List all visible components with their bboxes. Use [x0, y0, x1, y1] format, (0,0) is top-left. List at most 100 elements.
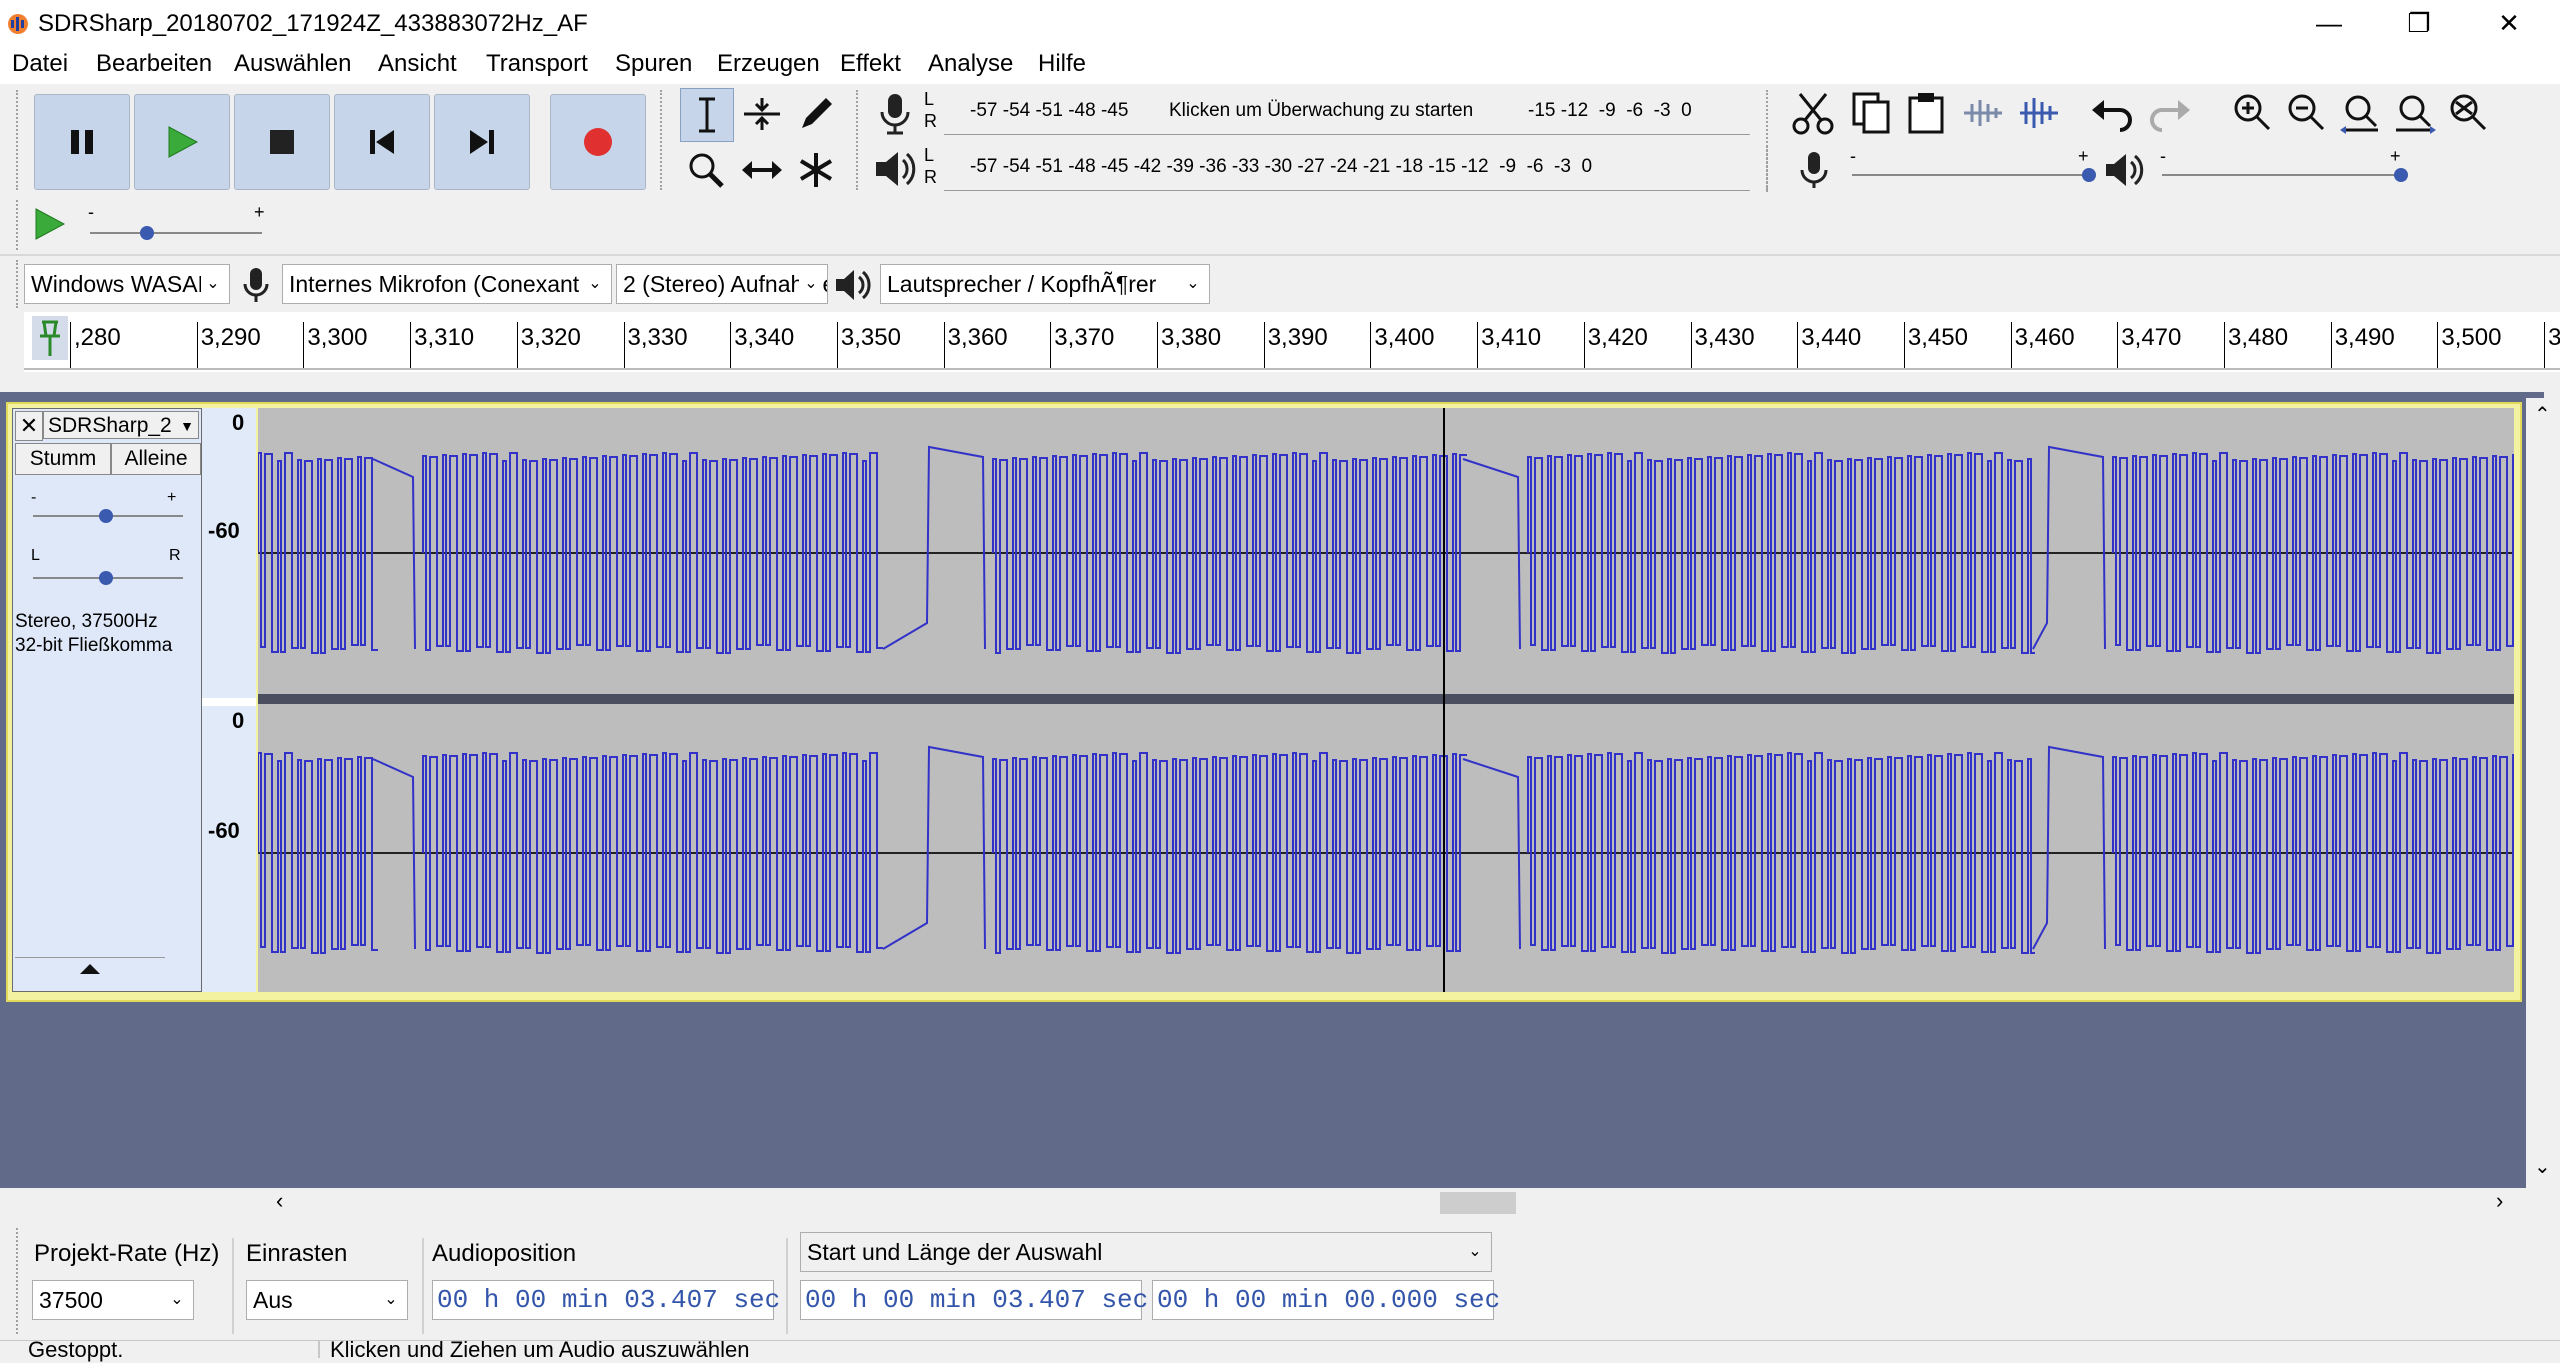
pause-button[interactable] [34, 94, 130, 190]
record-meter[interactable]: -57 -54 -51 -48 -45 Klicken um Überwachu… [944, 90, 1750, 135]
timeline-ruler[interactable]: ,280 3,290 3,300 3,310 3,320 3,330 3,340 3,350 3… [24, 312, 2560, 372]
paste-icon[interactable] [1904, 90, 1950, 136]
output-volume-slider[interactable] [2162, 174, 2402, 176]
menu-spuren[interactable]: Spuren [615, 50, 692, 78]
selection-start-field[interactable]: 00 h 00 min 03.407 sec [800, 1280, 1148, 1320]
host-select[interactable]: Windows WASAPI ⌄ [24, 264, 230, 304]
ruler-tick-line [2330, 322, 2332, 368]
envelope-tool[interactable] [736, 88, 788, 140]
pin-head-icon[interactable] [32, 316, 68, 360]
title-bar: SDRSharp_20180702_171924Z_433883072Hz_AF… [0, 0, 2560, 48]
time-shift-tool[interactable] [736, 144, 788, 196]
speed-slider[interactable] [90, 232, 262, 234]
mute-button[interactable]: Stumm [15, 443, 111, 475]
zoom-in-icon[interactable] [2230, 90, 2276, 136]
ruler-tick-line [623, 322, 625, 368]
menu-bearbeiten[interactable]: Bearbeiten [96, 50, 212, 78]
fit-selection-icon[interactable] [2338, 90, 2384, 136]
playback-device-speaker-icon [836, 270, 871, 300]
scroll-left-icon[interactable]: ‹ [276, 1188, 283, 1214]
ruler-tick-label: 3,510 [2548, 324, 2560, 351]
ruler-tick-label: 3,450 [1907, 324, 1968, 351]
scroll-right-icon[interactable]: › [2496, 1188, 2503, 1214]
audio-position-field[interactable]: 00 h 00 min 03.407 sec [432, 1280, 780, 1320]
fit-project-icon[interactable] [2392, 90, 2438, 136]
output-volume-thumb[interactable] [2394, 168, 2408, 182]
menu-analyse[interactable]: Analyse [928, 50, 1013, 78]
device-grip[interactable] [16, 260, 23, 308]
mixer-grip[interactable] [1766, 146, 1773, 192]
speed-thumb[interactable] [140, 226, 154, 240]
skip-start-button[interactable] [334, 94, 430, 190]
redo-icon[interactable] [2146, 90, 2192, 136]
recording-device-select[interactable]: Internes Mikrofon (Conexant ⌄ [282, 264, 612, 304]
scroll-up-icon[interactable]: ⌃ [2534, 402, 2551, 427]
track-name-menu[interactable]: SDRSharp_2 ▼ [43, 411, 199, 439]
track-control-panel[interactable]: ✕ SDRSharp_2 ▼ Stumm Alleine - + L R Ste… [12, 408, 202, 992]
project-rate-combo[interactable]: 37500 ⌄ [32, 1280, 194, 1320]
recording-device-value: Internes Mikrofon (Conexant [289, 271, 580, 297]
selection-length-field[interactable]: 00 h 00 min 00.000 sec [1152, 1280, 1500, 1320]
record-meter-prompt[interactable]: Klicken um Überwachung zu starten [1169, 100, 1473, 122]
snap-combo[interactable]: Aus ⌄ [246, 1280, 408, 1320]
horizontal-scroll-thumb[interactable] [1440, 1192, 1516, 1214]
stop-button[interactable] [234, 94, 330, 190]
menu-erzeugen[interactable]: Erzeugen [717, 50, 820, 78]
trim-icon[interactable] [1960, 90, 2006, 136]
selection-grip[interactable] [16, 1228, 23, 1334]
zoom-tool[interactable] [680, 144, 732, 196]
cut-icon[interactable] [1790, 90, 1836, 136]
ruler-tick-line [1797, 322, 1799, 368]
pan-thumb[interactable] [99, 571, 113, 585]
microphone-icon[interactable] [872, 90, 918, 136]
selection-tool[interactable] [680, 88, 734, 142]
scroll-down-icon[interactable]: ⌄ [2534, 1154, 2551, 1179]
ruler-tick-label: 3,320 [520, 324, 581, 351]
menu-effekt[interactable]: Effekt [840, 50, 901, 78]
meter-grip[interactable] [856, 90, 863, 190]
snap-value: Aus [253, 1287, 293, 1313]
input-volume-thumb[interactable] [2082, 168, 2096, 182]
gain-thumb[interactable] [99, 509, 113, 523]
play-at-speed-icon[interactable] [32, 206, 68, 242]
menu-datei[interactable]: Datei [12, 50, 68, 78]
close-button[interactable]: ✕ [2470, 0, 2548, 46]
solo-button[interactable]: Alleine [111, 443, 201, 475]
ruler-tick-line [1477, 322, 1479, 368]
play-at-speed-grip[interactable] [16, 200, 23, 250]
maximize-button[interactable]: ❐ [2380, 0, 2458, 46]
copy-icon[interactable] [1848, 90, 1894, 136]
playback-device-select[interactable]: Lautsprecher / KopfhÃ¶rer ⌄ [880, 264, 1210, 304]
zoom-toggle-icon[interactable] [2446, 90, 2492, 136]
ruler-tick-label: 3,430 [1694, 324, 1755, 351]
menu-auswaehlen[interactable]: Auswählen [234, 50, 351, 78]
recording-channels-select[interactable]: 2 (Stereo) Aufnahme ⌄ [616, 264, 828, 304]
close-track-icon[interactable]: ✕ [15, 411, 43, 441]
zoom-out-icon[interactable] [2284, 90, 2330, 136]
menu-ansicht[interactable]: Ansicht [378, 50, 457, 78]
vertical-scrollbar[interactable]: ⌃ ⌄ [2526, 398, 2560, 1188]
horizontal-scrollbar[interactable]: ‹ › [258, 1188, 2528, 1216]
waveform-display[interactable] [258, 408, 2514, 992]
ruler-tick-label: 3,310 [414, 324, 475, 351]
minimize-button[interactable]: — [2290, 0, 2368, 46]
record-button[interactable] [550, 94, 646, 190]
toolbar-grip[interactable] [16, 90, 23, 190]
menu-transport[interactable]: Transport [486, 50, 588, 78]
vertical-ruler[interactable]: 0 -60 0 -60 [202, 408, 256, 992]
draw-tool[interactable] [790, 88, 842, 140]
play-button[interactable] [134, 94, 230, 190]
selection-mode-select[interactable]: Start und Länge der Auswahl ⌄ [800, 1232, 1492, 1272]
skip-end-button[interactable] [434, 94, 530, 190]
multi-tool[interactable] [790, 144, 842, 196]
menu-hilfe[interactable]: Hilfe [1038, 50, 1086, 78]
ruler-tick-line [516, 322, 518, 368]
silence-icon[interactable] [2016, 90, 2062, 136]
tools-grip[interactable] [660, 90, 667, 190]
undo-icon[interactable] [2090, 90, 2136, 136]
input-volume-slider[interactable] [1852, 174, 2092, 176]
ruler-tick-line [196, 322, 198, 368]
play-meter[interactable]: -57 -54 -51 -48 -45 -42 -39 -36 -33 -30 … [944, 146, 1750, 191]
collapse-track-button[interactable] [15, 957, 165, 988]
speaker-icon[interactable] [872, 146, 918, 192]
